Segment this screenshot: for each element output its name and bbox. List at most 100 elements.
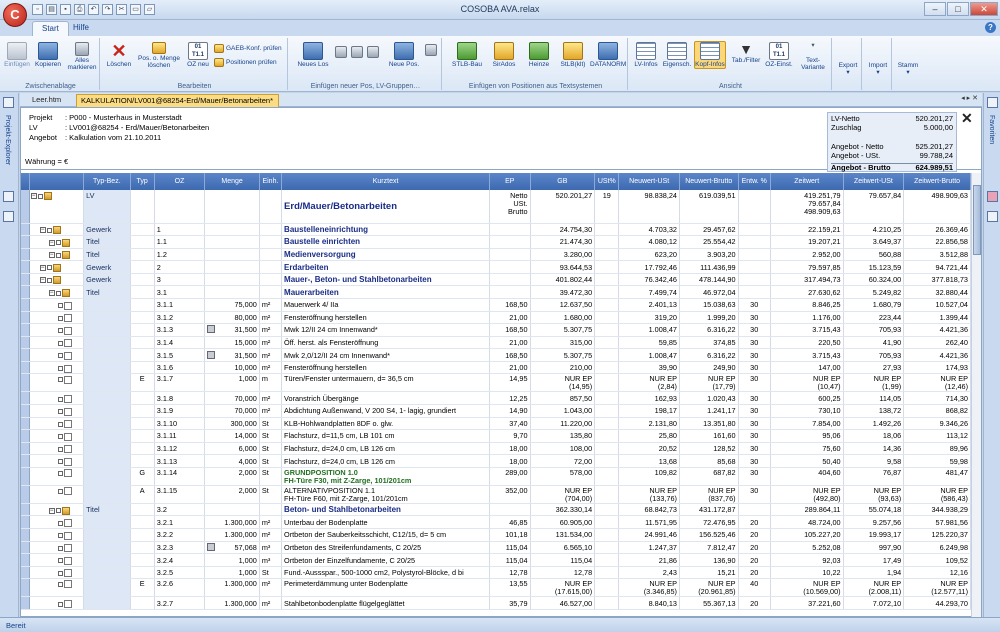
type-cell[interactable]	[130, 417, 155, 431]
tree-cell[interactable]	[29, 528, 85, 542]
quantity-cell[interactable]: 1.300,000	[204, 515, 260, 530]
quantity-cell[interactable]: 1,000	[204, 373, 260, 393]
new-value-vat-cell[interactable]: 8.840,13	[618, 596, 680, 610]
current-value-cell[interactable]: 2.952,00	[770, 248, 844, 262]
depreciation-cell[interactable]: 40	[738, 578, 771, 598]
unit-cell[interactable]: m²	[259, 311, 283, 325]
quantity-cell[interactable]: 4,000	[204, 454, 260, 468]
typ-bez-cell[interactable]: LV	[83, 190, 131, 224]
vat-rate-cell[interactable]	[594, 285, 620, 299]
short-text-cell[interactable]: Türen/Fenster untermauern, d= 36,5 cm	[281, 373, 491, 393]
vat-rate-cell[interactable]	[594, 578, 620, 598]
current-value-gross-cell[interactable]: NUR EP (586,43)	[903, 485, 971, 504]
total-cell[interactable]: 401.802,44	[530, 273, 596, 287]
quantity-cell[interactable]: 1,000	[204, 553, 260, 567]
current-value-vat-cell[interactable]: 79.657,84	[843, 190, 905, 224]
checkbox-icon[interactable]	[55, 290, 61, 296]
short-text-cell[interactable]: Mwk 2,0/12/II 24 cm Innenwand*	[281, 348, 491, 362]
tree-node[interactable]	[57, 393, 72, 404]
tree-cell[interactable]	[29, 298, 85, 312]
unit-price-cell[interactable]: 289,00	[489, 467, 531, 486]
tab-leer-htm[interactable]: Leer.htm	[28, 94, 66, 107]
row-indicator[interactable]	[21, 373, 30, 393]
new-value-gross-cell[interactable]: 478.144,90	[679, 273, 739, 287]
tree-node[interactable]	[57, 350, 72, 361]
checkbox-icon[interactable]	[57, 570, 63, 576]
stlb-bau-button[interactable]: STLB-Bau	[450, 42, 484, 68]
current-value-vat-cell[interactable]: 17,49	[843, 553, 905, 567]
oz-cell[interactable]: 3.2.3	[154, 541, 206, 555]
column-header[interactable]: Neuwert-Brutto	[679, 173, 739, 190]
current-value-cell[interactable]: 147,00	[770, 361, 844, 375]
unit-price-cell[interactable]: 115,04	[489, 541, 531, 555]
type-cell[interactable]	[130, 336, 155, 350]
typ-bez-cell[interactable]	[83, 323, 131, 337]
tree-node[interactable]	[57, 598, 72, 609]
depreciation-cell[interactable]: 30	[738, 361, 771, 375]
row-indicator[interactable]	[21, 503, 30, 517]
vat-rate-cell[interactable]	[594, 391, 620, 405]
depreciation-cell[interactable]: 30	[738, 467, 771, 486]
current-value-gross-cell[interactable]: 125.220,37	[903, 528, 971, 542]
row-indicator[interactable]	[21, 515, 30, 530]
tree-node[interactable]	[57, 487, 72, 496]
unit-price-cell[interactable]	[489, 248, 531, 262]
oz-cell[interactable]: 1	[154, 223, 206, 237]
unit-price-cell[interactable]: 35,79	[489, 596, 531, 610]
text-variant-button[interactable]: ▾ Text-Variante	[796, 42, 830, 71]
checkbox-icon[interactable]	[57, 328, 63, 334]
checkbox-icon[interactable]	[57, 396, 63, 402]
tree-node[interactable]: −	[39, 262, 61, 273]
tree-node[interactable]: −	[39, 224, 61, 235]
short-text-cell[interactable]: Unterbau der Bodenplatte	[281, 515, 491, 530]
checkbox-icon[interactable]	[46, 277, 52, 283]
oz-cell[interactable]: 3.2.2	[154, 528, 206, 542]
new-pos-button[interactable]: Neue Pos.	[388, 42, 420, 68]
depreciation-cell[interactable]: 30	[738, 298, 771, 312]
current-value-gross-cell[interactable]: 22.856,58	[903, 235, 971, 249]
new-lot-button[interactable]: Neues Los	[296, 42, 330, 68]
help-icon[interactable]: ?	[985, 22, 996, 33]
stlb-klt-button[interactable]: StLB(klt)	[558, 42, 588, 68]
tree-cell[interactable]: −	[29, 503, 85, 517]
unit-cell[interactable]: m²	[259, 404, 283, 418]
current-value-gross-cell[interactable]: 3.512,88	[903, 248, 971, 262]
depreciation-cell[interactable]: 30	[738, 348, 771, 362]
type-cell[interactable]	[130, 298, 155, 312]
vat-rate-cell[interactable]	[594, 273, 620, 287]
current-value-gross-cell[interactable]: 1.399,44	[903, 311, 971, 325]
unit-price-cell[interactable]: 37,40	[489, 417, 531, 431]
new-value-vat-cell[interactable]: 623,20	[618, 248, 680, 262]
layers-icon[interactable]	[3, 211, 14, 222]
depreciation-cell[interactable]	[738, 285, 771, 299]
unit-cell[interactable]	[259, 273, 283, 287]
vat-rate-cell[interactable]	[594, 503, 620, 517]
tree-node[interactable]	[57, 469, 72, 478]
tree-cell[interactable]	[29, 566, 85, 580]
current-value-cell[interactable]: 5.252,08	[770, 541, 844, 555]
row-indicator[interactable]	[21, 391, 30, 405]
checkbox-icon[interactable]	[57, 434, 63, 440]
current-value-vat-cell[interactable]: 560,88	[843, 248, 905, 262]
typ-bez-cell[interactable]	[83, 391, 131, 405]
total-cell[interactable]: 210,00	[530, 361, 596, 375]
total-cell[interactable]: 21.474,30	[530, 235, 596, 249]
collapse-icon[interactable]: −	[39, 264, 46, 271]
short-text-cell[interactable]: Mauerarbeiten	[281, 285, 491, 299]
typ-bez-cell[interactable]	[83, 454, 131, 468]
current-value-vat-cell[interactable]: 27,93	[843, 361, 905, 375]
new-value-vat-cell[interactable]: 7.499,74	[618, 285, 680, 299]
total-cell[interactable]: 12,78	[530, 566, 596, 580]
new-value-gross-cell[interactable]: 6.316,22	[679, 323, 739, 337]
table-row[interactable]: 3.1.4 15,000 m² Öff. herst. als Fensteröffn…	[21, 336, 971, 350]
depreciation-cell[interactable]: 30	[738, 373, 771, 393]
oz-settings-button[interactable]: 01 T1.1 OZ-Einst.	[764, 42, 794, 68]
short-text-cell[interactable]: Mwk 12/II 24 cm Innenwand*	[281, 323, 491, 337]
new-value-vat-cell[interactable]: 17.792,46	[618, 260, 680, 274]
paste-button[interactable]: Einfügen	[4, 42, 30, 68]
unit-cell[interactable]: m²	[259, 336, 283, 350]
check-positions-button[interactable]: Positionen prüfen	[214, 58, 277, 67]
new-value-vat-cell[interactable]: 76.342,46	[618, 273, 680, 287]
unit-price-cell[interactable]: 18,00	[489, 442, 531, 456]
datanorm-button[interactable]: DATANORM	[590, 42, 626, 68]
